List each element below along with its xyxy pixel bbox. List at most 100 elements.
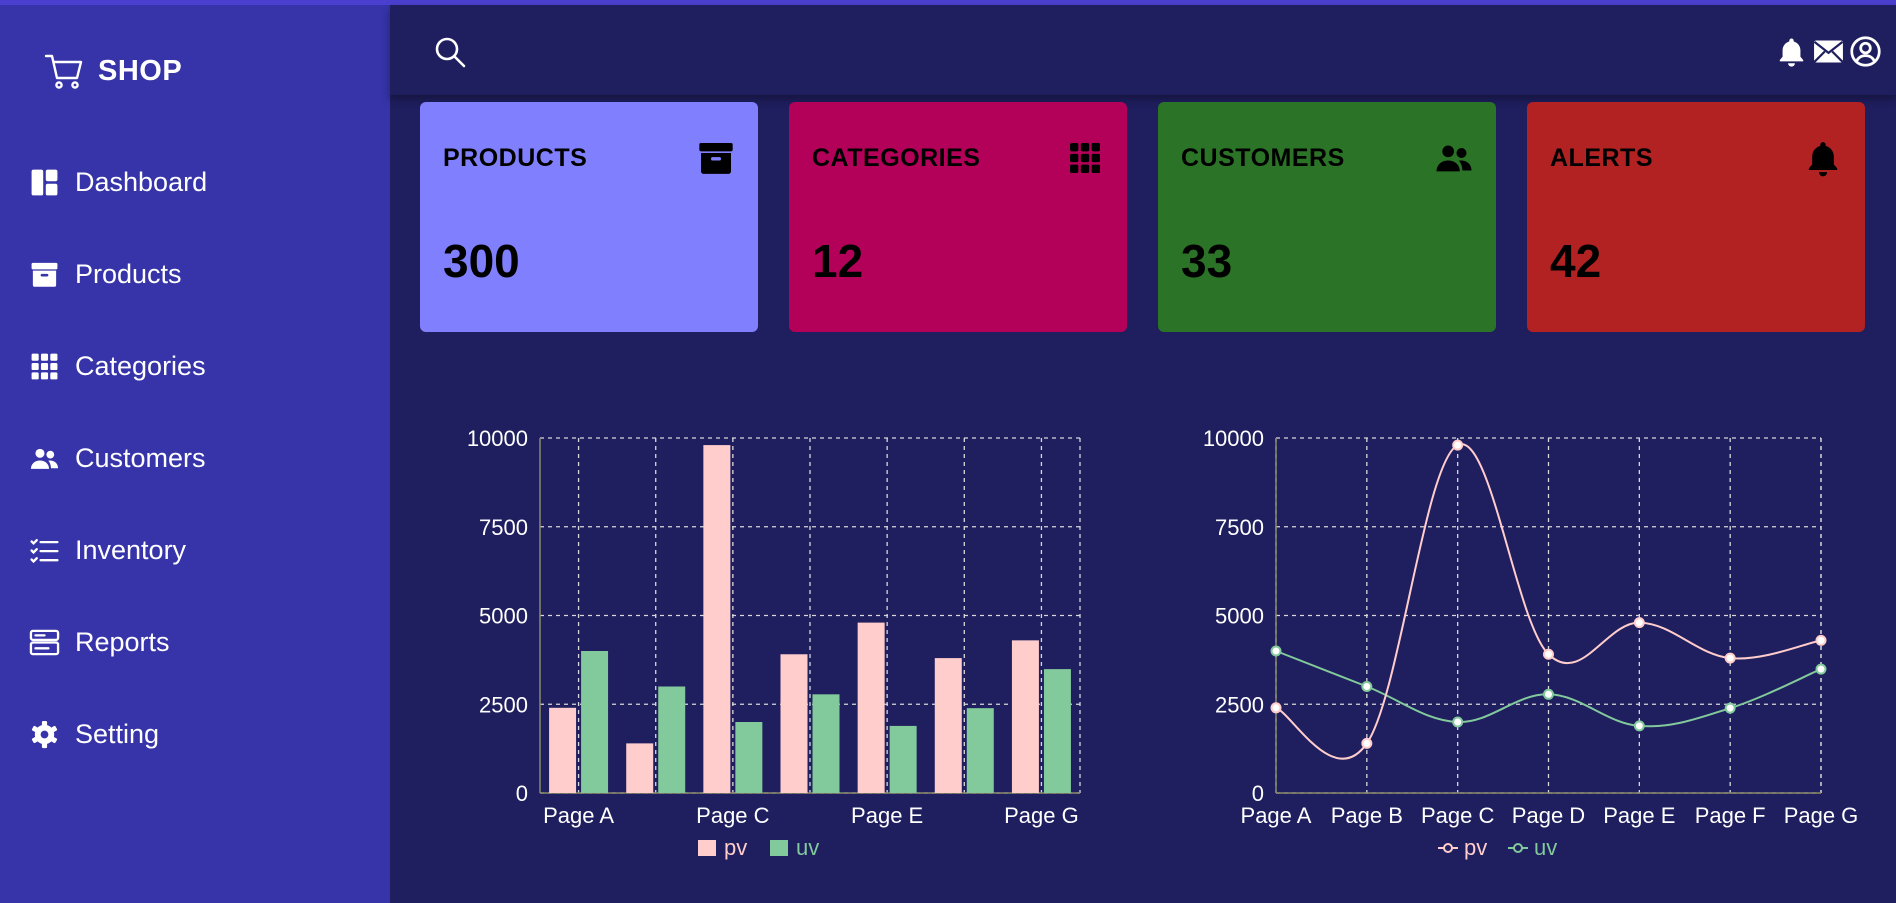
sidebar-item-label: Products <box>75 259 182 289</box>
people-icon <box>30 448 59 469</box>
report-icon <box>29 629 60 656</box>
card-products[interactable]: PRODUCTS 300 <box>420 102 758 332</box>
cart-icon <box>44 54 83 89</box>
bar-uv <box>658 686 686 793</box>
line-chart: 025005000750010000Page A Page B Page C Page… <box>1203 426 1859 860</box>
people-icon <box>1436 145 1472 172</box>
card-value: 33 <box>1181 235 1233 287</box>
archive-icon <box>699 143 733 174</box>
x-tick-label: Page C <box>696 803 769 828</box>
x-tick-label: Page E <box>1603 803 1675 828</box>
bar-pv <box>703 445 731 793</box>
brand-name: SHOP <box>98 54 183 87</box>
point-pv <box>1815 634 1827 646</box>
bar-uv <box>581 651 609 793</box>
point-pv <box>1724 652 1736 664</box>
legend-label-uv: uv <box>1534 835 1557 860</box>
card-value: 300 <box>443 235 520 287</box>
legend-label-pv: pv <box>1464 835 1487 860</box>
y-tick-label: 2500 <box>1215 692 1264 717</box>
sidebar: SHOP Dashboard Products Categories Custo… <box>0 5 390 903</box>
point-uv <box>1543 688 1554 700</box>
y-tick-label: 2500 <box>479 692 528 717</box>
point-uv <box>1724 702 1736 714</box>
y-tick-label: 10000 <box>1203 426 1264 451</box>
card-title: CUSTOMERS <box>1181 144 1345 172</box>
x-tick-label: Page A <box>1241 803 1312 828</box>
top-header <box>390 5 1896 95</box>
sidebar-item-inventory[interactable]: Inventory <box>29 535 186 566</box>
bar-pv <box>780 654 808 793</box>
grid-icon <box>31 353 58 380</box>
archive-icon <box>31 262 58 287</box>
point-uv <box>1633 720 1645 732</box>
legend-marker-pv <box>1443 843 1453 853</box>
bar-pv <box>934 658 962 793</box>
sidebar-item-label: Customers <box>75 443 206 473</box>
bell-icon[interactable] <box>1775 35 1808 68</box>
sidebar-item-setting[interactable]: Setting <box>29 719 159 750</box>
x-tick-label: Page C <box>1421 803 1494 828</box>
x-tick-label: Page B <box>1331 803 1403 828</box>
y-tick-label: 5000 <box>479 604 528 629</box>
gear-icon <box>31 720 58 749</box>
legend-label-uv: uv <box>796 835 819 860</box>
point-pv <box>1270 702 1282 714</box>
card-value: 12 <box>812 235 864 287</box>
x-tick-label: Page A <box>543 803 614 828</box>
x-tick-label: Page F <box>1695 803 1766 828</box>
y-tick-label: 0 <box>516 781 528 806</box>
user-icon[interactable] <box>1849 35 1882 68</box>
sidebar-item-customers[interactable]: Customers <box>29 443 206 474</box>
brand[interactable]: SHOP <box>44 51 182 91</box>
header-actions <box>1775 35 1882 68</box>
bar-uv <box>1043 669 1071 793</box>
sidebar-item-label: Categories <box>75 351 206 381</box>
card-alerts[interactable]: ALERTS 42 <box>1527 102 1865 332</box>
legend-swatch-pv <box>698 840 716 856</box>
card-value: 42 <box>1550 235 1602 287</box>
x-tick-label: Page E <box>851 803 923 828</box>
y-tick-label: 7500 <box>1215 515 1264 540</box>
sidebar-item-dashboard[interactable]: Dashboard <box>29 167 207 198</box>
y-tick-label: 5000 <box>1215 604 1264 629</box>
legend-marker-uv <box>1513 843 1523 853</box>
bar-pv <box>857 622 885 793</box>
bar-uv <box>735 722 763 793</box>
point-uv <box>1452 716 1464 728</box>
search-icon[interactable] <box>433 35 467 69</box>
bell-icon <box>1808 142 1838 177</box>
bar-uv <box>889 725 917 793</box>
point-pv <box>1633 617 1645 629</box>
sidebar-item-label: Inventory <box>75 535 187 565</box>
point-uv <box>1361 681 1373 692</box>
point-uv <box>1815 663 1827 675</box>
point-pv <box>1543 648 1554 660</box>
card-categories[interactable]: CATEGORIES 12 <box>789 102 1127 332</box>
point-pv <box>1361 737 1373 749</box>
bar-uv <box>966 708 994 793</box>
y-tick-label: 10000 <box>467 426 528 451</box>
card-title: ALERTS <box>1550 144 1653 172</box>
bar-pv <box>549 707 577 793</box>
x-tick-label: Page G <box>1004 803 1079 828</box>
grid-icon <box>1070 143 1100 173</box>
sidebar-item-products[interactable]: Products <box>29 259 182 290</box>
legend-swatch-uv <box>770 840 788 856</box>
sidebar-item-reports[interactable]: Reports <box>29 627 170 658</box>
legend-label-pv: pv <box>724 835 747 860</box>
sidebar-item-categories[interactable]: Categories <box>29 351 206 382</box>
sidebar-item-label: Setting <box>75 719 160 749</box>
bar-uv <box>812 694 840 793</box>
x-tick-label: Page G <box>1784 803 1859 828</box>
card-title: CATEGORIES <box>812 144 981 172</box>
bar-pv <box>1011 640 1039 793</box>
sidebar-item-label: Dashboard <box>75 167 208 197</box>
card-customers[interactable]: CUSTOMERS 33 <box>1158 102 1496 332</box>
point-uv <box>1270 645 1282 657</box>
point-pv <box>1452 439 1464 451</box>
x-tick-label: Page D <box>1512 803 1585 828</box>
y-tick-label: 7500 <box>479 515 528 540</box>
card-title: PRODUCTS <box>443 144 588 172</box>
mail-icon[interactable] <box>1812 35 1845 68</box>
